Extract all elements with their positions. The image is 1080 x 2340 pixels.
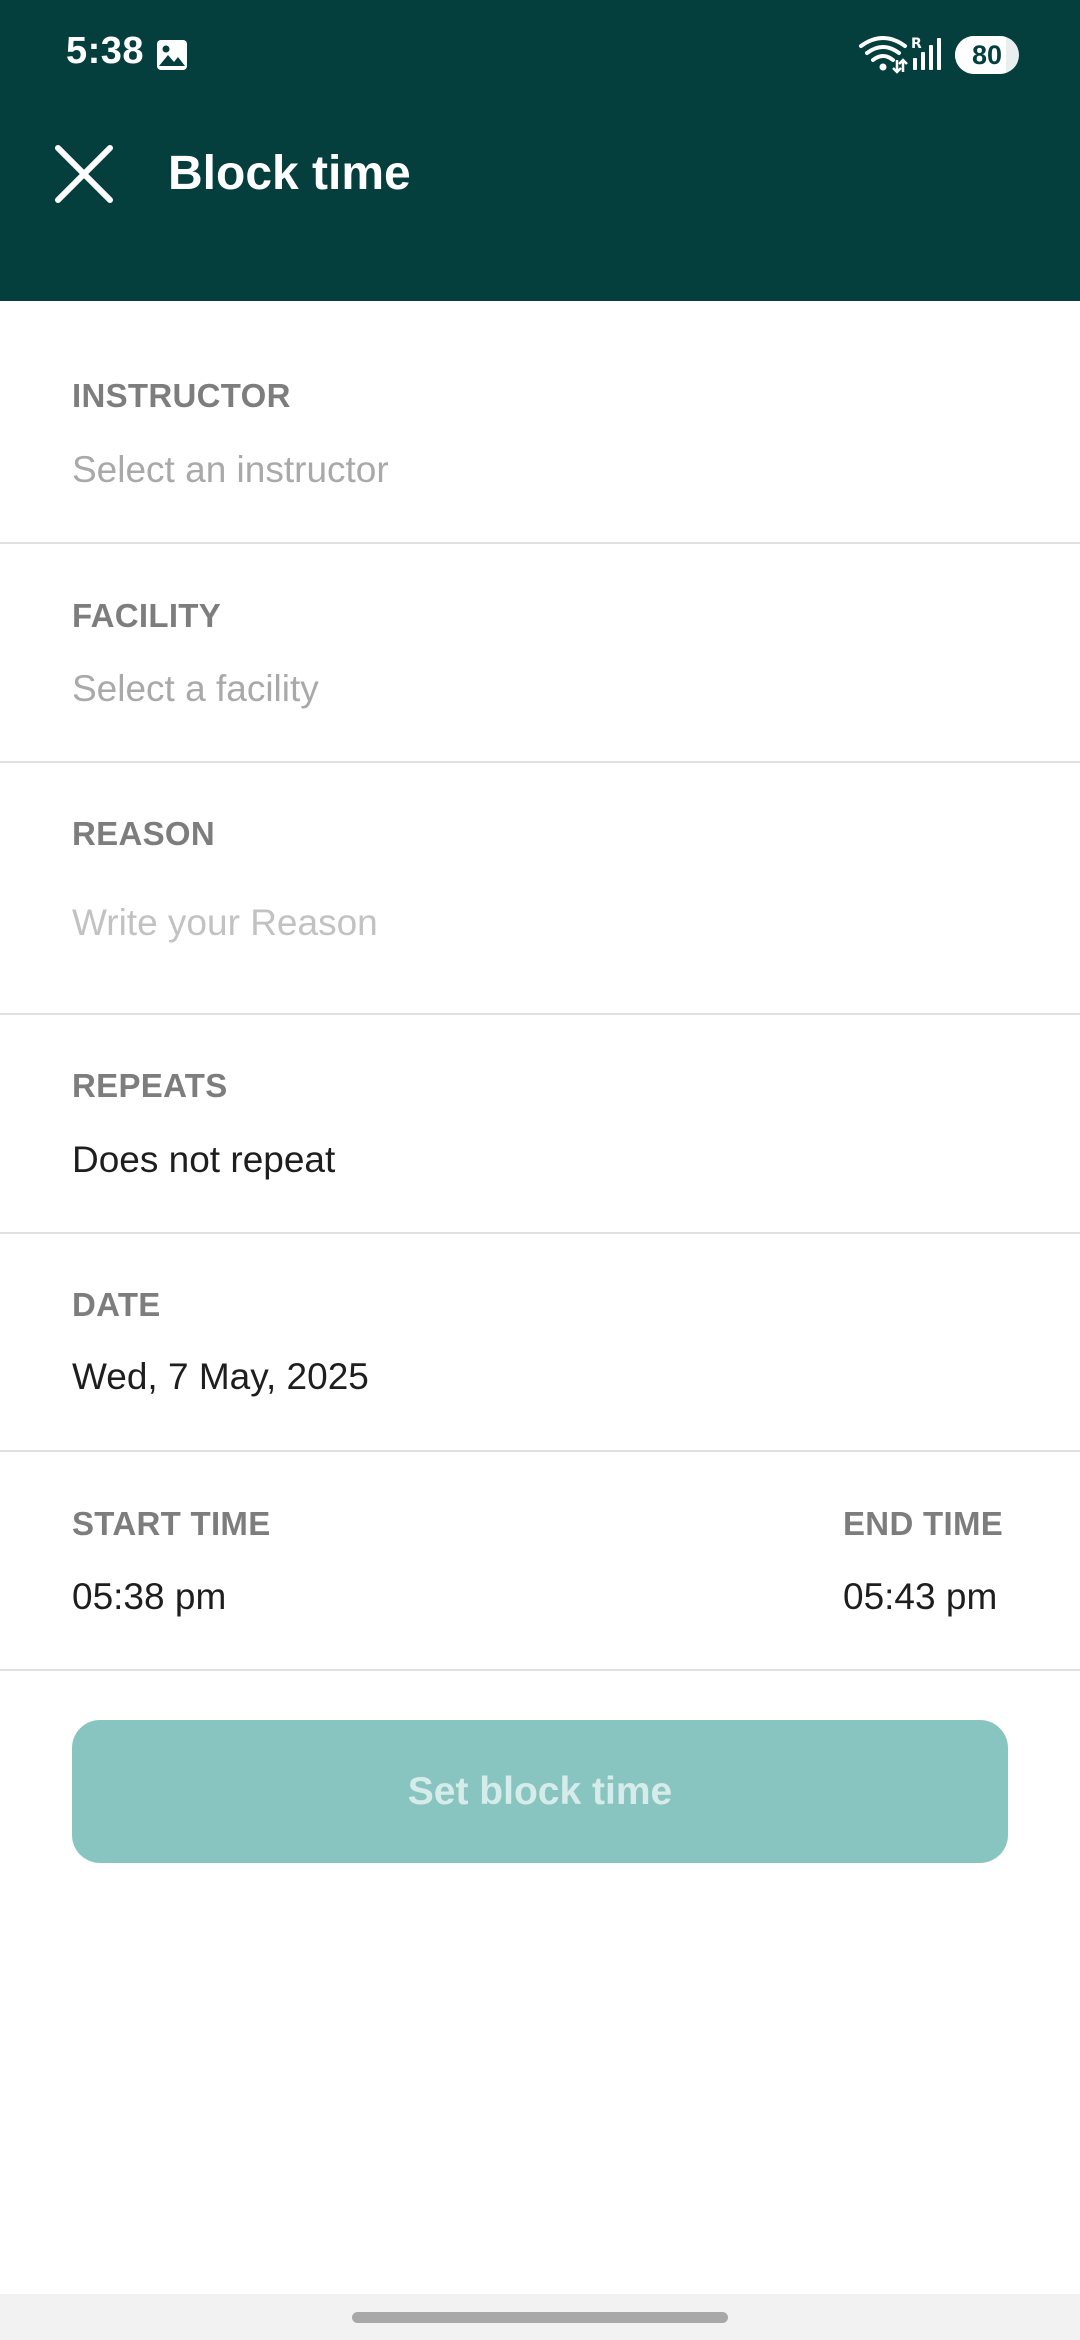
facility-label: FACILITY xyxy=(72,597,222,634)
repeats-value: Does not repeat xyxy=(72,1139,336,1180)
set-block-time-button[interactable]: Set block time xyxy=(72,1720,1008,1863)
close-icon[interactable] xyxy=(50,140,118,208)
svg-text:R: R xyxy=(911,36,922,52)
end-time-value: 05:43 pm xyxy=(843,1576,998,1617)
date-value: Wed, 7 May, 2025 xyxy=(72,1356,369,1397)
date-label: DATE xyxy=(72,1286,161,1323)
app-header: 5:38 R 80 Block time xyxy=(0,0,1080,301)
date-field[interactable]: DATE Wed, 7 May, 2025 xyxy=(0,1234,1080,1452)
reason-label: REASON xyxy=(72,815,215,852)
start-time-picker[interactable]: START TIME 05:38 pm xyxy=(0,1452,540,1669)
start-time-value: 05:38 pm xyxy=(72,1576,227,1617)
end-time-label: END TIME xyxy=(843,1505,1004,1542)
gallery-icon xyxy=(157,40,187,70)
facility-field[interactable]: FACILITY Select a facility xyxy=(0,544,1080,763)
set-block-time-label: Set block time xyxy=(407,1769,673,1813)
signal-icon: R xyxy=(911,36,941,70)
facility-placeholder: Select a facility xyxy=(72,668,319,709)
repeats-field[interactable]: REPEATS Does not repeat xyxy=(0,1015,1080,1234)
instructor-placeholder: Select an instructor xyxy=(72,449,389,490)
status-time: 5:38 xyxy=(66,30,145,72)
instructor-label: INSTRUCTOR xyxy=(72,377,291,414)
reason-input[interactable] xyxy=(72,893,1008,953)
battery-level: 80 xyxy=(971,40,1003,70)
instructor-field[interactable]: INSTRUCTOR Select an instructor xyxy=(0,301,1080,544)
page-title: Block time xyxy=(168,147,411,200)
repeats-label: REPEATS xyxy=(72,1067,228,1104)
reason-field: REASON xyxy=(0,763,1080,1015)
end-time-picker[interactable]: END TIME 05:43 pm xyxy=(540,1452,1080,1669)
start-time-label: START TIME xyxy=(72,1505,271,1542)
wifi-icon xyxy=(859,36,908,74)
time-range-row: START TIME 05:38 pm END TIME 05:43 pm xyxy=(0,1452,1080,1671)
home-indicator[interactable] xyxy=(352,2312,728,2323)
status-bar: 5:38 R 80 xyxy=(0,0,1080,100)
battery-icon: 80 xyxy=(955,36,1019,74)
